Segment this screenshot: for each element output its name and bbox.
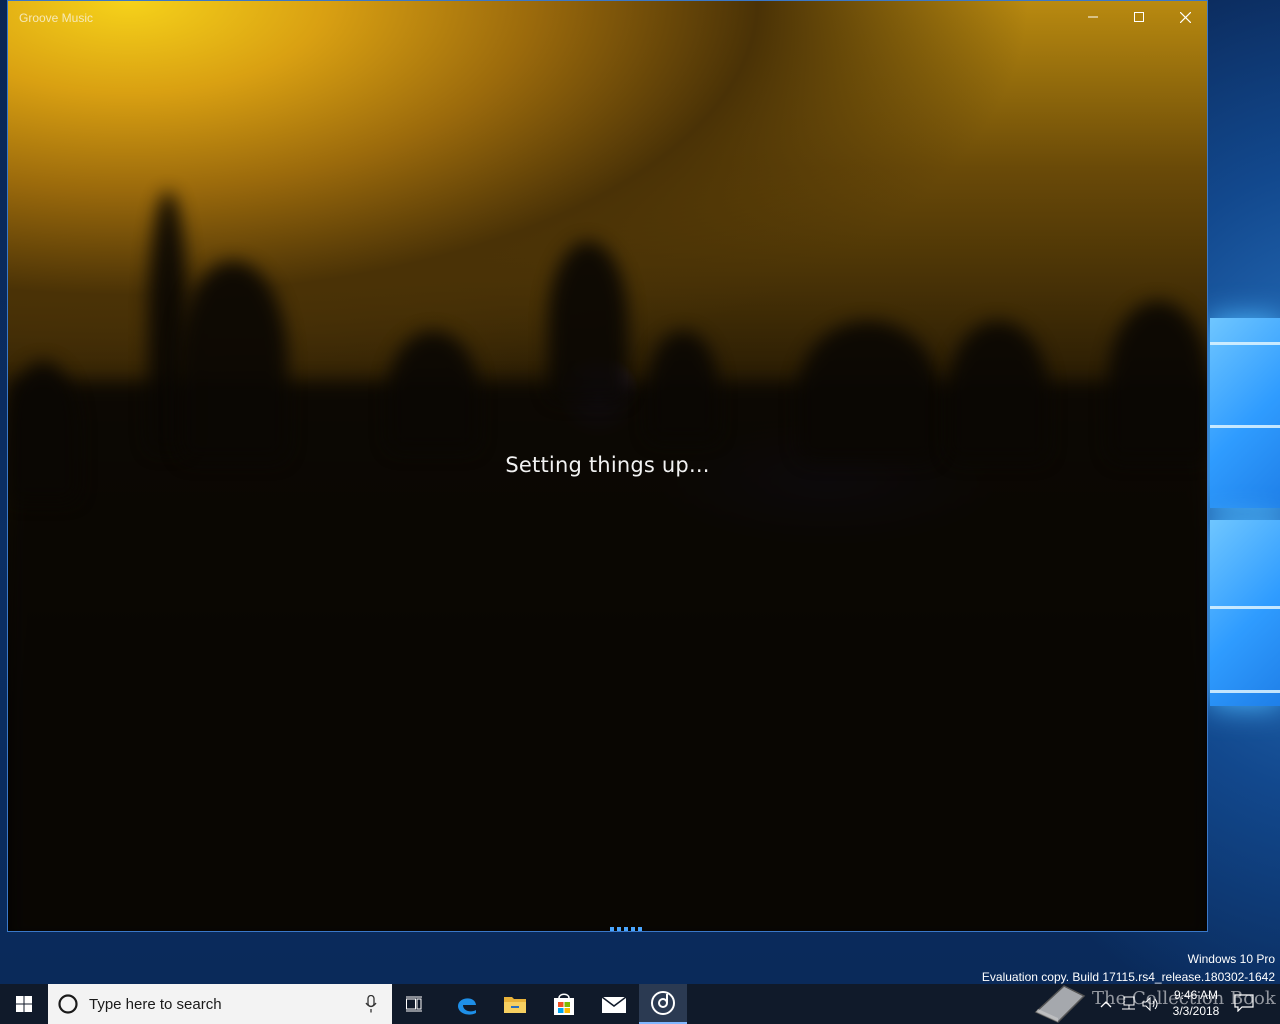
minimize-button[interactable] [1070, 1, 1116, 33]
logo-light-line [1210, 606, 1280, 609]
mail-icon [601, 996, 627, 1013]
groove-music-icon [651, 991, 675, 1015]
crowd-silhouette [1108, 301, 1207, 461]
crowd-silhouette [8, 361, 78, 501]
search-placeholder: Type here to search [89, 995, 222, 1013]
minimize-icon [1088, 16, 1098, 18]
groove-music-taskbar-button[interactable] [639, 984, 687, 1024]
maximize-button[interactable] [1116, 1, 1162, 33]
edition-name: Windows 10 Pro [1187, 952, 1275, 966]
notification-icon [1234, 994, 1254, 1013]
microphone-icon[interactable] [365, 995, 377, 1013]
window-title: Groove Music [19, 11, 94, 25]
show-hidden-icons-button[interactable] [1096, 994, 1116, 1014]
edge-icon [458, 998, 476, 1015]
action-center-button[interactable] [1234, 994, 1254, 1017]
clock[interactable]: 9:46 AM 3/3/2018 [1166, 987, 1226, 1019]
chevron-up-icon [1100, 1001, 1112, 1008]
crowd-silhouette [648, 331, 718, 441]
start-button[interactable] [0, 984, 48, 1024]
cortana-icon [58, 994, 78, 1014]
close-button[interactable] [1162, 1, 1207, 33]
loading-indicator [610, 927, 642, 931]
network-button[interactable] [1118, 994, 1138, 1014]
setup-status-text: Setting things up... [505, 453, 710, 477]
logo-light-line [1210, 690, 1280, 693]
crowd-silhouette [388, 331, 478, 451]
store-button[interactable] [540, 984, 588, 1024]
edge-button[interactable] [443, 984, 491, 1024]
close-icon [1179, 11, 1191, 23]
network-icon [1122, 996, 1135, 1010]
mail-button[interactable] [590, 984, 638, 1024]
search-box[interactable]: Type here to search [48, 984, 392, 1024]
windows-logo-pane [1210, 520, 1280, 706]
taskbar: Type here to search 9:46 AM 3/3/2018 [0, 984, 1280, 1024]
crowd-silhouette [798, 321, 938, 461]
task-view-button[interactable] [392, 984, 440, 1024]
clock-date: 3/3/2018 [1172, 1004, 1220, 1018]
edition-watermark: Windows 10 Pro Evaluation copy. Build 17… [982, 950, 1275, 986]
crowd-silhouette [948, 321, 1048, 461]
task-view-icon [406, 996, 422, 1012]
clock-time: 9:46 AM [1173, 988, 1219, 1002]
file-explorer-icon [504, 997, 526, 1013]
crowd-silhouette [178, 261, 288, 461]
logo-light-line [1210, 425, 1280, 428]
file-explorer-button[interactable] [491, 984, 539, 1024]
windows-start-icon [16, 996, 32, 1012]
volume-button[interactable] [1141, 994, 1161, 1014]
store-icon [554, 993, 574, 1015]
logo-light-line [1210, 342, 1280, 345]
maximize-icon [1134, 12, 1144, 22]
title-bar[interactable]: Groove Music [8, 1, 1207, 33]
groove-music-window: Groove Music Setting things up... [7, 0, 1208, 932]
crowd-silhouette [548, 241, 628, 401]
volume-icon [1142, 996, 1158, 1012]
windows-logo-pane [1210, 318, 1280, 508]
